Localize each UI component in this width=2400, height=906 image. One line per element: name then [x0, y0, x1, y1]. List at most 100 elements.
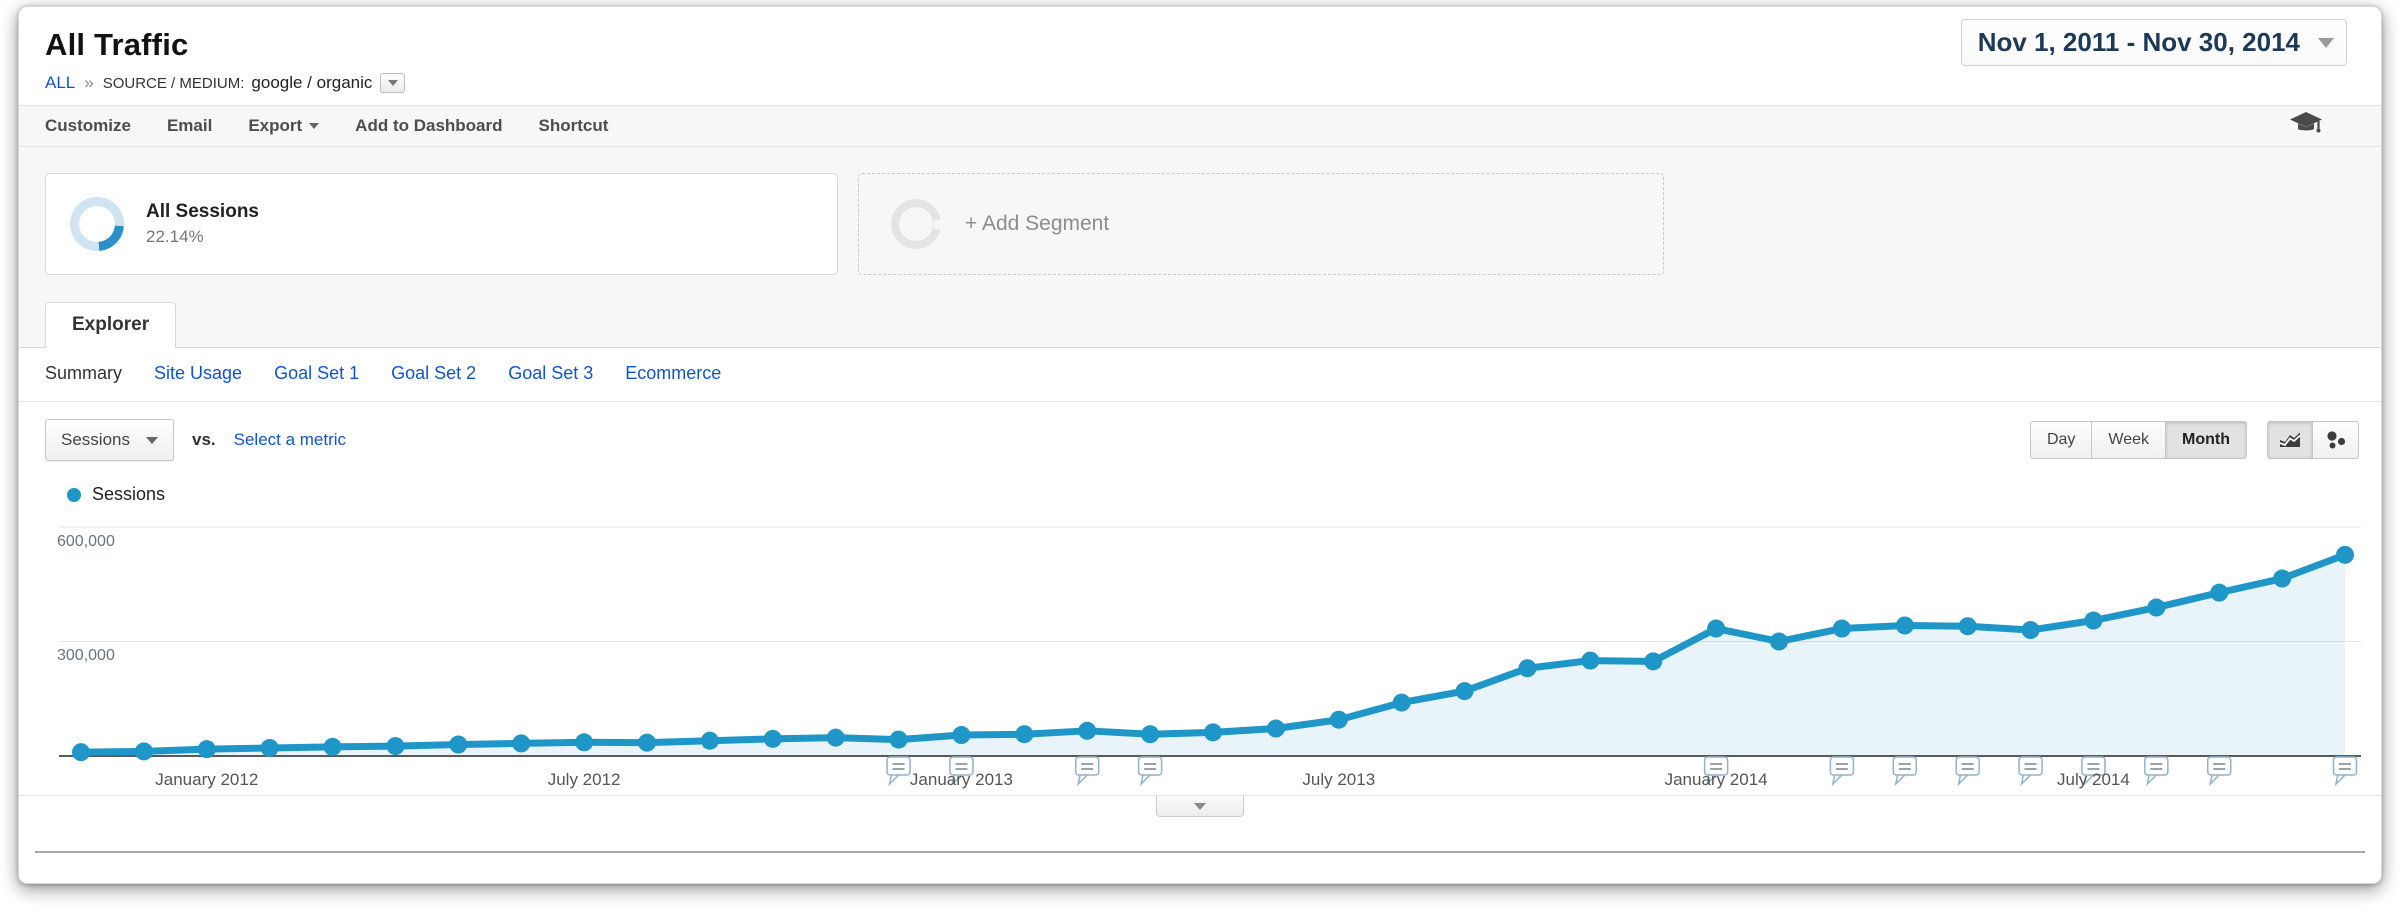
- annotation-marker-icon[interactable]: [2145, 757, 2168, 775]
- data-point[interactable]: [764, 730, 782, 748]
- legend-label: Sessions: [92, 484, 165, 505]
- granularity-day-button[interactable]: Day: [2030, 421, 2092, 459]
- data-point[interactable]: [1770, 633, 1788, 651]
- chevron-down-icon: [1194, 803, 1206, 810]
- subnav-goal-set-1[interactable]: Goal Set 1: [274, 363, 359, 384]
- x-axis-label: July 2013: [1302, 770, 1375, 789]
- data-point[interactable]: [2210, 584, 2228, 602]
- report-toolbar: Customize Email Export Add to Dashboard …: [19, 105, 2381, 147]
- annotation-marker-icon[interactable]: [1076, 757, 1099, 775]
- chevron-down-icon: [2318, 38, 2334, 48]
- y-axis-label-600000: 600,000: [57, 533, 115, 551]
- chart-canvas[interactable]: January 2012 July 2012 January 2013 July 20…: [39, 513, 2363, 793]
- data-point[interactable]: [2084, 612, 2102, 630]
- data-point[interactable]: [135, 742, 153, 760]
- subnav-site-usage[interactable]: Site Usage: [154, 363, 242, 384]
- data-point[interactable]: [1518, 659, 1536, 677]
- report-card: All Traffic Nov 1, 2011 - Nov 30, 2014 A…: [18, 6, 2382, 884]
- data-point[interactable]: [1204, 723, 1222, 741]
- data-point[interactable]: [72, 743, 90, 761]
- annotation-marker-icon[interactable]: [1893, 757, 1916, 775]
- subnav-ecommerce[interactable]: Ecommerce: [625, 363, 721, 384]
- data-point[interactable]: [1015, 725, 1033, 743]
- line-chart-icon: [2278, 431, 2302, 449]
- add-segment-donut-icon: [891, 199, 941, 249]
- metric-dropdown[interactable]: Sessions: [45, 419, 174, 461]
- add-segment-button[interactable]: + Add Segment: [858, 173, 1664, 275]
- segment-builder: All Sessions 22.14% + Add Segment: [19, 147, 2381, 301]
- date-range-text: Nov 1, 2011 - Nov 30, 2014: [1978, 27, 2300, 58]
- data-point[interactable]: [1644, 652, 1662, 670]
- segment-all-sessions[interactable]: All Sessions 22.14%: [45, 173, 838, 275]
- data-point[interactable]: [2336, 546, 2354, 564]
- x-axis-label: July 2012: [548, 770, 621, 789]
- annotations-toggle-button[interactable]: [1156, 796, 1244, 817]
- annotation-marker-icon[interactable]: [2208, 757, 2231, 775]
- data-point[interactable]: [1959, 617, 1977, 635]
- annotation-marker-icon[interactable]: [1956, 757, 1979, 775]
- chart-controls: Sessions vs. Select a metric Day Week Mo…: [19, 402, 2381, 478]
- annotation-marker-icon[interactable]: [2019, 757, 2042, 775]
- tab-explorer[interactable]: Explorer: [45, 302, 176, 348]
- data-point[interactable]: [1267, 720, 1285, 738]
- breadcrumb-all-link[interactable]: ALL: [45, 73, 75, 93]
- x-axis-label: January 2013: [910, 770, 1013, 789]
- data-point[interactable]: [198, 740, 216, 758]
- data-point[interactable]: [1330, 711, 1348, 729]
- sessions-line-chart[interactable]: 600,000 300,000 January 2012July 2012Jan…: [39, 513, 2361, 793]
- annotation-marker-icon[interactable]: [2334, 757, 2357, 775]
- data-point[interactable]: [261, 739, 279, 757]
- tab-bar: Explorer: [19, 301, 2381, 348]
- data-point[interactable]: [1393, 694, 1411, 712]
- granularity-week-button[interactable]: Week: [2092, 421, 2166, 459]
- annotation-marker-icon[interactable]: [1830, 757, 1853, 775]
- add-to-dashboard-button[interactable]: Add to Dashboard: [355, 116, 502, 136]
- shortcut-button[interactable]: Shortcut: [539, 116, 609, 136]
- chevron-down-icon: [309, 123, 319, 129]
- breadcrumb: ALL » SOURCE / MEDIUM: google / organic: [45, 73, 2381, 93]
- email-button[interactable]: Email: [167, 116, 212, 136]
- data-point[interactable]: [701, 732, 719, 750]
- data-point[interactable]: [575, 733, 593, 751]
- chart-type-button-group: [2267, 421, 2359, 459]
- annotations-bar: [19, 795, 2381, 819]
- data-point[interactable]: [2147, 599, 2165, 617]
- data-point[interactable]: [952, 726, 970, 744]
- date-range-selector[interactable]: Nov 1, 2011 - Nov 30, 2014: [1961, 19, 2347, 66]
- data-point[interactable]: [386, 737, 404, 755]
- explorer-subnav: Summary Site Usage Goal Set 1 Goal Set 2…: [19, 348, 2381, 402]
- data-point[interactable]: [2022, 621, 2040, 639]
- subnav-goal-set-3[interactable]: Goal Set 3: [508, 363, 593, 384]
- report-header: All Traffic Nov 1, 2011 - Nov 30, 2014 A…: [19, 7, 2381, 93]
- data-point[interactable]: [449, 736, 467, 754]
- data-point[interactable]: [512, 734, 530, 752]
- data-point[interactable]: [1456, 682, 1474, 700]
- line-chart-toggle-button[interactable]: [2267, 421, 2313, 459]
- x-axis-label: January 2012: [155, 770, 258, 789]
- select-a-metric-link[interactable]: Select a metric: [234, 430, 346, 450]
- y-axis-label-300000: 300,000: [57, 647, 115, 665]
- customize-button[interactable]: Customize: [45, 116, 131, 136]
- data-point[interactable]: [890, 731, 908, 749]
- data-point[interactable]: [1707, 620, 1725, 638]
- data-point[interactable]: [1581, 652, 1599, 670]
- segment-name: All Sessions: [146, 201, 259, 223]
- annotation-marker-icon[interactable]: [887, 757, 910, 775]
- export-button[interactable]: Export: [248, 116, 319, 136]
- subnav-goal-set-2[interactable]: Goal Set 2: [391, 363, 476, 384]
- data-point[interactable]: [1833, 620, 1851, 638]
- data-point[interactable]: [2273, 570, 2291, 588]
- data-point[interactable]: [827, 729, 845, 747]
- vs-label: vs.: [192, 430, 216, 450]
- dimension-dropdown-button[interactable]: [380, 73, 405, 93]
- education-icon[interactable]: [2289, 111, 2323, 141]
- data-point[interactable]: [324, 738, 342, 756]
- data-point[interactable]: [1141, 725, 1159, 743]
- annotation-marker-icon[interactable]: [1139, 757, 1162, 775]
- subnav-summary[interactable]: Summary: [45, 363, 122, 384]
- motion-chart-toggle-button[interactable]: [2313, 421, 2359, 459]
- data-point[interactable]: [638, 734, 656, 752]
- data-point[interactable]: [1078, 722, 1096, 740]
- granularity-month-button[interactable]: Month: [2166, 421, 2247, 459]
- data-point[interactable]: [1896, 616, 1914, 634]
